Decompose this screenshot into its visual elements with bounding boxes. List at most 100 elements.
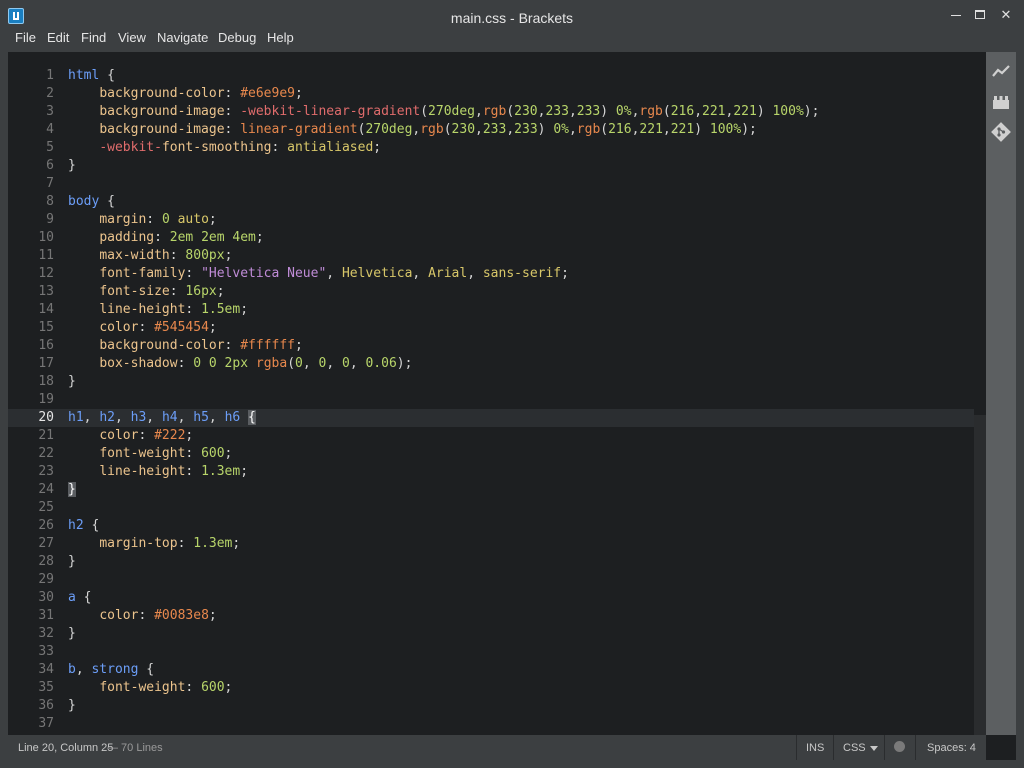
- extension-manager-icon[interactable]: [991, 92, 1011, 112]
- menu-find[interactable]: Find: [81, 30, 106, 52]
- code-text: }: [68, 625, 76, 643]
- scrollbar-track[interactable]: [974, 415, 986, 735]
- code-token: Helvetica: [341, 266, 413, 281]
- menu-debug[interactable]: Debug: [218, 30, 256, 52]
- code-text: }: [68, 373, 76, 391]
- cursor-position[interactable]: Line 20, Column 25: [18, 742, 113, 754]
- line-number: 28: [38, 554, 54, 569]
- code-text: h2 {: [68, 517, 99, 535]
- code-line[interactable]: 11 max-width: 800px;: [8, 247, 974, 265]
- code-line[interactable]: 25: [8, 499, 974, 517]
- menu-edit[interactable]: Edit: [47, 30, 69, 52]
- code-line[interactable]: 10 padding: 2em 2em 4em;: [8, 229, 974, 247]
- menu-view[interactable]: View: [118, 30, 146, 52]
- code-line[interactable]: 15 color: #545454;: [8, 319, 974, 337]
- code-token: h6: [224, 410, 241, 425]
- code-line[interactable]: 24}: [8, 481, 974, 499]
- code-token: a: [68, 590, 76, 605]
- minimize-button[interactable]: [946, 6, 966, 24]
- code-line[interactable]: 22 font-weight: 600;: [8, 445, 974, 463]
- code-line[interactable]: 8 body {: [8, 193, 974, 211]
- code-token: :: [177, 536, 194, 551]
- code-token: ): [600, 104, 616, 119]
- code-line[interactable]: 32}: [8, 625, 974, 643]
- status-bar: Line 20, Column 25 — 70 Lines INS CSS Sp…: [8, 735, 986, 760]
- code-line[interactable]: 9 margin: 0 auto;: [8, 211, 974, 229]
- close-button[interactable]: ✕: [996, 6, 1016, 24]
- code-token: 0%: [553, 122, 569, 137]
- code-token: ,: [208, 410, 225, 425]
- code-line[interactable]: 20 h1, h2, h3, h4, h5, h6 {: [8, 409, 974, 427]
- menu-help[interactable]: Help: [267, 30, 294, 52]
- code-token: (: [443, 122, 452, 137]
- menu-navigate[interactable]: Navigate: [157, 30, 208, 52]
- code-token: 100%: [772, 104, 804, 119]
- code-line[interactable]: 13 font-size: 16px;: [8, 283, 974, 301]
- code-token: 0: [341, 356, 350, 371]
- line-number: 26: [38, 518, 54, 533]
- code-line[interactable]: 30 a {: [8, 589, 974, 607]
- code-token: ,: [146, 410, 162, 425]
- code-line[interactable]: 36}: [8, 697, 974, 715]
- code-line[interactable]: 33: [8, 643, 974, 661]
- code-line[interactable]: 21 color: #222;: [8, 427, 974, 445]
- insert-mode-toggle[interactable]: INS: [806, 742, 824, 754]
- code-line[interactable]: 7: [8, 175, 974, 193]
- code-token: ,: [326, 356, 342, 371]
- code-editor[interactable]: 1 html {2 background-color: #e6e9e9; 3 bac…: [8, 52, 974, 735]
- code-line[interactable]: 1 html {: [8, 67, 974, 85]
- code-token: -webkit-linear-gradient: [240, 104, 421, 119]
- menu-file[interactable]: File: [15, 30, 36, 52]
- code-line[interactable]: 31 color: #0083e8;: [8, 607, 974, 625]
- code-line[interactable]: 27 margin-top: 1.3em;: [8, 535, 974, 553]
- code-token: :: [271, 140, 288, 155]
- line-number: 15: [38, 320, 54, 335]
- indent-setting[interactable]: Spaces: 4: [927, 742, 976, 754]
- git-icon[interactable]: [991, 122, 1011, 142]
- code-token: 0: [161, 212, 170, 227]
- right-toolbar: [986, 52, 1016, 735]
- code-line[interactable]: 16 background-color: #ffffff;: [8, 337, 974, 355]
- code-line[interactable]: 34 b, strong {: [8, 661, 974, 679]
- code-line[interactable]: 14 line-height: 1.5em;: [8, 301, 974, 319]
- line-number: 8: [46, 194, 54, 209]
- code-text: background-image: linear-gradient (270deg…: [68, 121, 757, 139]
- code-text: color: #222;: [68, 427, 193, 445]
- line-number: 3: [46, 104, 54, 119]
- code-line[interactable]: 6}: [8, 157, 974, 175]
- code-line[interactable]: 19: [8, 391, 974, 409]
- code-line[interactable]: 26 h2 {: [8, 517, 974, 535]
- code-token: 230: [514, 104, 538, 119]
- live-preview-icon[interactable]: [991, 62, 1011, 82]
- code-token: ;: [561, 266, 569, 281]
- maximize-button[interactable]: [970, 6, 990, 24]
- code-token: h1: [68, 410, 84, 425]
- line-number: 1: [46, 68, 54, 83]
- window-frame-right: [1016, 52, 1024, 768]
- language-select[interactable]: CSS: [843, 742, 878, 754]
- code-token: ,: [568, 122, 577, 137]
- code-text: background-color: #ffffff;: [68, 337, 303, 355]
- code-token: #222: [154, 428, 186, 443]
- code-line[interactable]: 37: [8, 715, 974, 733]
- code-line[interactable]: 28}: [8, 553, 974, 571]
- code-line[interactable]: 17 box-shadow: 0 0 2px rgba(0, 0, 0, 0.0…: [8, 355, 974, 373]
- code-line[interactable]: 5 -webkit-font-smoothing: antialiased;: [8, 139, 974, 157]
- code-line[interactable]: 29: [8, 571, 974, 589]
- code-line[interactable]: 4 background-image: linear-gradient (270d…: [8, 121, 974, 139]
- code-token: 0.06: [365, 356, 397, 371]
- line-number: 34: [38, 662, 54, 677]
- linter-status-icon[interactable]: [894, 741, 905, 752]
- code-token: {: [83, 518, 100, 533]
- code-line[interactable]: 12 font-family: "Helvetica Neue", Helvet…: [8, 265, 974, 283]
- window-frame-left: [0, 52, 8, 768]
- code-line[interactable]: 35 font-weight: 600;: [8, 679, 974, 697]
- code-line[interactable]: 23 line-height: 1.3em;: [8, 463, 974, 481]
- code-line[interactable]: 3 background-image: -webkit-linear-gradi…: [8, 103, 974, 121]
- code-line[interactable]: 18}: [8, 373, 974, 391]
- code-line[interactable]: 2 background-color: #e6e9e9;: [8, 85, 974, 103]
- code-token: ;: [208, 608, 217, 623]
